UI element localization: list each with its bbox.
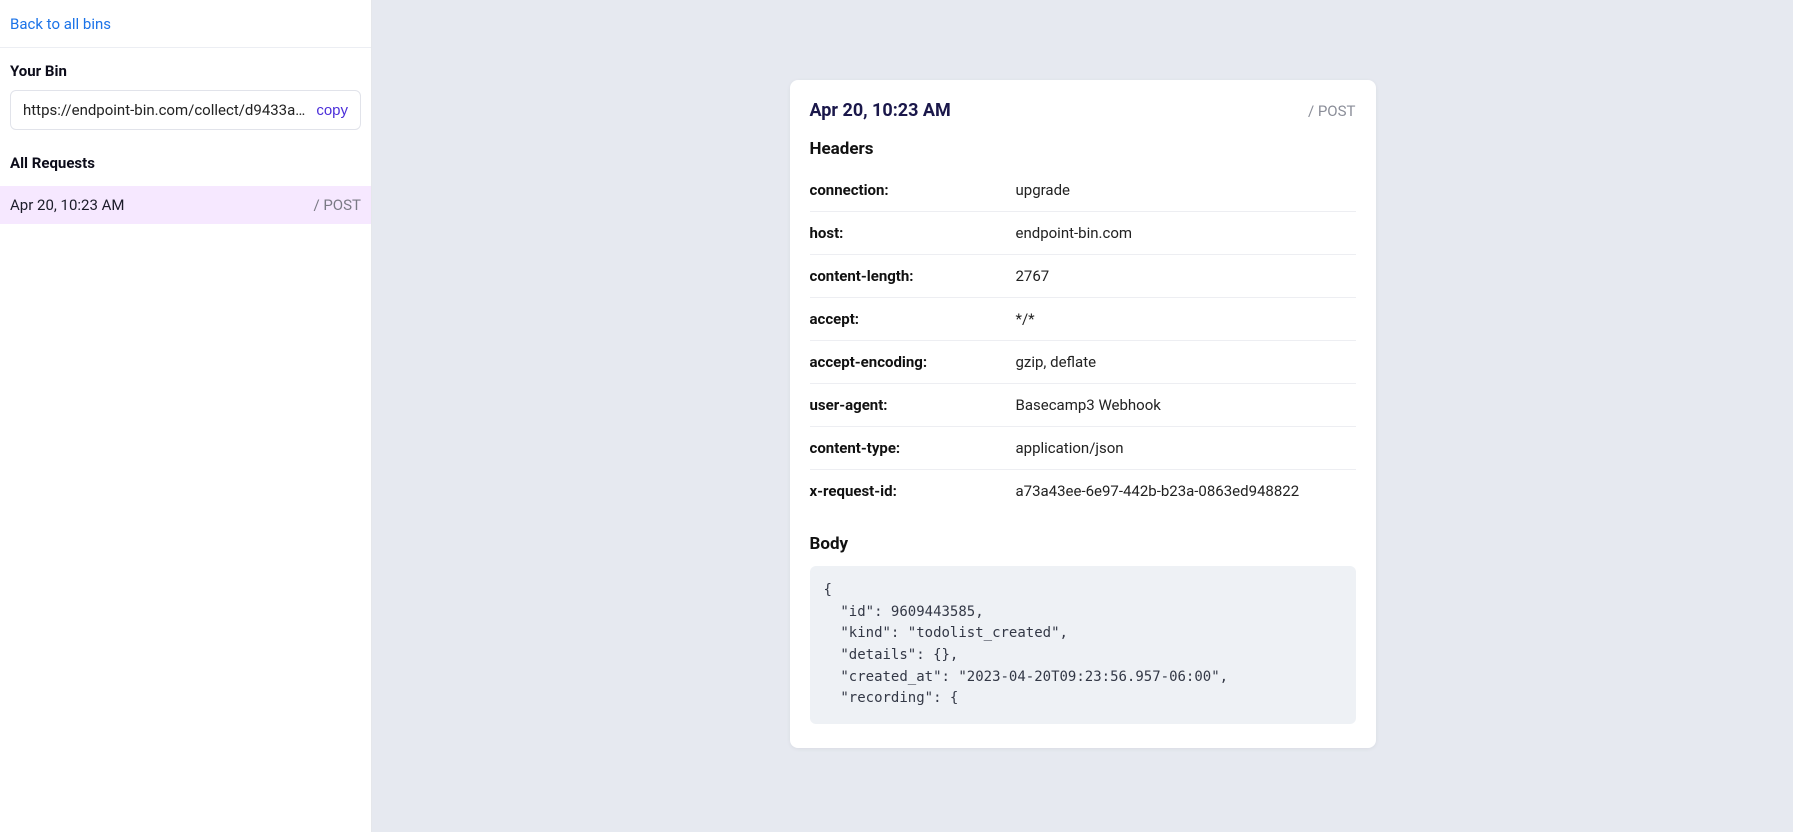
headers-heading: Headers xyxy=(810,139,1356,159)
header-row: user-agent:Basecamp3 Webhook xyxy=(810,384,1356,427)
your-bin-label: Your Bin xyxy=(10,62,361,80)
body-content: { "id": 9609443585, "kind": "todolist_cr… xyxy=(810,566,1356,724)
body-heading: Body xyxy=(810,534,1356,554)
detail-timestamp: Apr 20, 10:23 AM xyxy=(810,100,951,121)
header-key: connection: xyxy=(810,181,1016,199)
header-value: gzip, deflate xyxy=(1016,353,1356,371)
header-key: user-agent: xyxy=(810,396,1016,414)
all-requests-section: All Requests xyxy=(0,140,371,186)
header-key: accept: xyxy=(810,310,1016,328)
sidebar: Back to all bins Your Bin https://endpoi… xyxy=(0,0,372,832)
your-bin-section: Your Bin https://endpoint-bin.com/collec… xyxy=(0,48,371,140)
all-requests-label: All Requests xyxy=(10,154,361,172)
back-to-bins-link[interactable]: Back to all bins xyxy=(10,15,111,33)
header-row: content-length:2767 xyxy=(810,255,1356,298)
header-row: x-request-id:a73a43ee-6e97-442b-b23a-086… xyxy=(810,470,1356,512)
header-value: 2767 xyxy=(1016,267,1356,285)
request-detail-card: Apr 20, 10:23 AM / POST Headers connecti… xyxy=(790,80,1376,748)
header-value: upgrade xyxy=(1016,181,1356,199)
header-row: accept-encoding:gzip, deflate xyxy=(810,341,1356,384)
header-row: content-type:application/json xyxy=(810,427,1356,470)
header-value: Basecamp3 Webhook xyxy=(1016,396,1356,414)
card-header: Apr 20, 10:23 AM / POST xyxy=(810,100,1356,121)
header-value: a73a43ee-6e97-442b-b23a-0863ed948822 xyxy=(1016,482,1356,500)
copy-button[interactable]: copy xyxy=(316,102,348,119)
request-item-time: Apr 20, 10:23 AM xyxy=(10,196,125,214)
header-row: accept:*/* xyxy=(810,298,1356,341)
main-panel: Apr 20, 10:23 AM / POST Headers connecti… xyxy=(372,0,1793,832)
header-value: */* xyxy=(1016,310,1356,328)
header-key: accept-encoding: xyxy=(810,353,1016,371)
detail-method: / POST xyxy=(1308,102,1356,120)
header-key: host: xyxy=(810,224,1016,242)
back-link-row: Back to all bins xyxy=(0,0,371,48)
bin-url-box: https://endpoint-bin.com/collect/d9433ac… xyxy=(10,90,361,130)
header-key: content-type: xyxy=(810,439,1016,457)
header-key: content-length: xyxy=(810,267,1016,285)
bin-url-text: https://endpoint-bin.com/collect/d9433ac… xyxy=(23,101,306,119)
header-row: host:endpoint-bin.com xyxy=(810,212,1356,255)
request-list-item[interactable]: Apr 20, 10:23 AM / POST xyxy=(0,186,371,224)
header-value: application/json xyxy=(1016,439,1356,457)
header-key: x-request-id: xyxy=(810,482,1016,500)
request-item-method: / POST xyxy=(313,196,361,214)
requests-list: Apr 20, 10:23 AM / POST xyxy=(0,186,371,224)
header-value: endpoint-bin.com xyxy=(1016,224,1356,242)
header-row: connection:upgrade xyxy=(810,169,1356,212)
headers-table: connection:upgradehost:endpoint-bin.comc… xyxy=(810,169,1356,512)
